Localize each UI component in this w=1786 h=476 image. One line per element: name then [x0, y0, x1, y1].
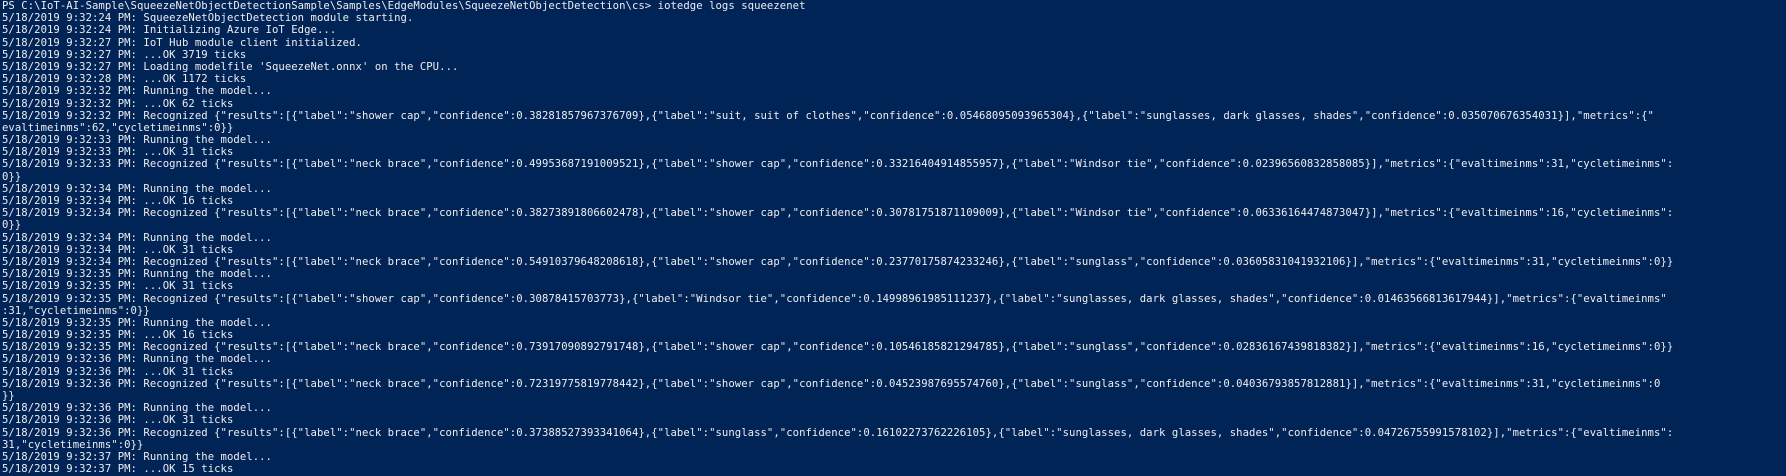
terminal-line: 5/18/2019 9:32:32 PM: Running the model.…	[2, 85, 272, 98]
terminal-line: 5/18/2019 9:32:37 PM: Running the model.…	[2, 450, 272, 463]
terminal-line: 5/18/2019 9:32:34 PM: Recognized {"resul…	[2, 207, 1674, 220]
terminal-line: 5/18/2019 9:32:34 PM: Running the model.…	[2, 182, 272, 195]
terminal-line: 5/18/2019 9:32:35 PM: Recognized {"resul…	[2, 341, 1674, 354]
terminal-line: 0}}	[2, 170, 22, 183]
terminal-line: 5/18/2019 9:32:37 PM: ...OK 15 ticks	[2, 463, 234, 476]
terminal-line: 5/18/2019 9:32:36 PM: Running the model.…	[2, 353, 272, 366]
terminal-line: 5/18/2019 9:32:27 PM: ...OK 3719 ticks	[2, 48, 247, 61]
terminal-line: 0}}	[2, 219, 22, 232]
terminal-line: 5/18/2019 9:32:36 PM: Running the model.…	[2, 402, 272, 415]
terminal-line: 5/18/2019 9:32:35 PM: ...OK 31 ticks	[2, 280, 234, 293]
terminal-line: 5/18/2019 9:32:27 PM: IoT Hub module cli…	[2, 36, 362, 49]
terminal-line: 5/18/2019 9:32:33 PM: Recognized {"resul…	[2, 158, 1674, 171]
terminal-line: 5/18/2019 9:32:34 PM: ...OK 16 ticks	[2, 195, 234, 207]
terminal-line: 5/18/2019 9:32:28 PM: ...OK 1172 ticks	[2, 73, 247, 86]
terminal-line: 5/18/2019 9:32:35 PM: Running the model.…	[2, 268, 272, 281]
terminal-line: 5/18/2019 9:32:32 PM: Recognized {"resul…	[2, 109, 1654, 122]
terminal-line: 5/18/2019 9:32:36 PM: ...OK 31 ticks	[2, 414, 234, 427]
terminal-line: :31,"cycletimeinms":0}}	[2, 304, 150, 317]
terminal-line: 31,"cycletimeinms":0}}	[2, 438, 144, 451]
terminal-line: 5/18/2019 9:32:34 PM: Running the model.…	[2, 231, 272, 244]
terminal-line: 5/18/2019 9:32:36 PM: Recognized {"resul…	[2, 377, 1661, 390]
terminal-line: 5/18/2019 9:32:24 PM: SqueezeNetObjectDe…	[2, 12, 414, 25]
terminal-line: 5/18/2019 9:32:34 PM: Recognized {"resul…	[2, 255, 1674, 268]
terminal-line: 5/18/2019 9:32:33 PM: ...OK 31 ticks	[2, 146, 234, 159]
terminal-line: 5/18/2019 9:32:34 PM: ...OK 31 ticks	[2, 243, 234, 256]
terminal-line: 5/18/2019 9:32:36 PM: Recognized {"resul…	[2, 426, 1674, 439]
terminal-line: 5/18/2019 9:32:36 PM: ...OK 31 ticks	[2, 365, 234, 378]
terminal-line: 5/18/2019 9:32:27 PM: Loading modelfile …	[2, 60, 459, 73]
terminal-line: 5/18/2019 9:32:35 PM: ...OK 16 ticks	[2, 329, 234, 342]
terminal-window[interactable]: PS C:\IoT-AI-Sample\SqueezeNetObjectDete…	[0, 0, 1786, 476]
terminal-line: 5/18/2019 9:32:35 PM: Running the model.…	[2, 316, 272, 329]
terminal-line: 5/18/2019 9:32:32 PM: ...OK 62 ticks	[2, 97, 234, 110]
terminal-line: 5/18/2019 9:32:35 PM: Recognized {"resul…	[2, 292, 1667, 305]
terminal-line: 5/18/2019 9:32:24 PM: Initializing Azure…	[2, 24, 337, 37]
terminal-line: }}	[2, 390, 15, 402]
terminal-line: 5/18/2019 9:32:33 PM: Running the model.…	[2, 134, 272, 147]
terminal-line: evaltimeinms":62,"cycletimeinms":0}}	[2, 121, 234, 134]
terminal-line: PS C:\IoT-AI-Sample\SqueezeNetObjectDete…	[2, 0, 806, 12]
